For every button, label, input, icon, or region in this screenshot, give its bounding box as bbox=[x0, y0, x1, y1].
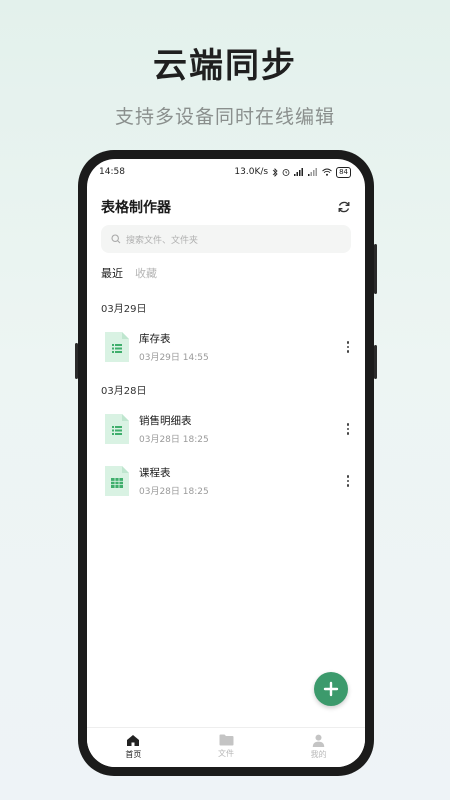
tab-bar: 最近 收藏 bbox=[101, 265, 157, 281]
spreadsheet-list-icon bbox=[105, 332, 129, 362]
tab-favorites[interactable]: 收藏 bbox=[135, 265, 157, 281]
search-placeholder: 搜索文件、文件夹 bbox=[126, 235, 199, 246]
file-date: 03月28日 18:25 bbox=[139, 435, 209, 445]
refresh-icon[interactable] bbox=[337, 200, 351, 214]
folder-icon bbox=[219, 734, 233, 746]
bluetooth-icon bbox=[272, 167, 278, 177]
nav-label: 我的 bbox=[310, 750, 327, 759]
file-name: 课程表 bbox=[139, 467, 171, 479]
phone-volume-button bbox=[374, 244, 377, 294]
battery-icon: 84 bbox=[336, 166, 351, 178]
file-item-schedule[interactable]: 课程表 03月28日 18:25 bbox=[101, 461, 355, 501]
file-item-inventory[interactable]: 库存表 03月29日 14:55 bbox=[101, 327, 355, 367]
person-icon bbox=[312, 734, 325, 747]
signal-2-icon bbox=[308, 168, 318, 176]
nav-files[interactable]: 文件 bbox=[180, 728, 273, 767]
plus-icon bbox=[323, 681, 339, 697]
home-icon bbox=[127, 735, 140, 746]
status-bar: 14:58 13.0K/s 84 bbox=[87, 159, 365, 185]
date-group-label: 03月28日 bbox=[101, 386, 147, 397]
phone-power-button bbox=[374, 345, 377, 379]
promo-subtitle: 支持多设备同时在线编辑 bbox=[114, 106, 335, 128]
file-name: 库存表 bbox=[139, 333, 171, 345]
more-options-icon[interactable] bbox=[341, 423, 355, 435]
more-options-icon[interactable] bbox=[341, 341, 355, 353]
search-input[interactable]: 搜索文件、文件夹 bbox=[101, 225, 351, 253]
nav-home[interactable]: 首页 bbox=[87, 728, 180, 767]
status-time: 14:58 bbox=[99, 167, 125, 177]
spreadsheet-list-icon bbox=[105, 414, 129, 444]
signal-icon bbox=[294, 168, 304, 176]
status-icons: 13.0K/s 84 bbox=[234, 166, 351, 178]
search-icon bbox=[111, 234, 121, 244]
network-speed: 13.0K/s bbox=[234, 167, 269, 177]
alarm-icon bbox=[282, 169, 290, 176]
file-date: 03月29日 14:55 bbox=[139, 353, 209, 363]
file-date: 03月28日 18:25 bbox=[139, 487, 209, 497]
promo-title: 云端同步 bbox=[153, 46, 297, 86]
file-name: 销售明细表 bbox=[139, 415, 192, 427]
spreadsheet-grid-icon bbox=[105, 466, 129, 496]
wifi-icon bbox=[322, 168, 332, 176]
bottom-nav: 首页 文件 我的 bbox=[87, 727, 365, 767]
nav-label: 首页 bbox=[125, 750, 142, 759]
nav-label: 文件 bbox=[218, 749, 234, 758]
file-item-sales-detail[interactable]: 销售明细表 03月28日 18:25 bbox=[101, 409, 355, 449]
nav-profile[interactable]: 我的 bbox=[272, 728, 365, 767]
phone-frame: 14:58 13.0K/s 84 表格制作器 搜索文件、文件夹 最近 收藏 03… bbox=[78, 150, 374, 776]
tab-recent[interactable]: 最近 bbox=[101, 265, 123, 281]
date-group-label: 03月29日 bbox=[101, 304, 147, 315]
phone-screen: 14:58 13.0K/s 84 表格制作器 搜索文件、文件夹 最近 收藏 03… bbox=[87, 159, 365, 767]
app-title: 表格制作器 bbox=[101, 200, 171, 216]
more-options-icon[interactable] bbox=[341, 475, 355, 487]
add-file-button[interactable] bbox=[314, 672, 348, 706]
app-bar: 表格制作器 bbox=[101, 195, 351, 219]
